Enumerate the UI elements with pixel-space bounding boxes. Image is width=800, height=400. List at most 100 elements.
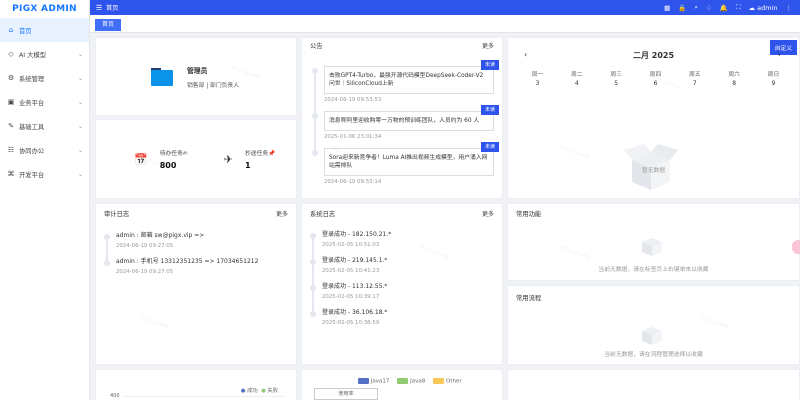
- bell-icon[interactable]: 🔔: [720, 4, 728, 12]
- notice-time: 2024-06-19 09:53:14: [324, 179, 382, 185]
- notice-more-link[interactable]: 更多: [482, 41, 494, 50]
- profile-card: 管理员 销售部 | 部门负责人: [95, 37, 297, 116]
- app-logo[interactable]: PIGX ADMIN: [0, 0, 89, 18]
- sidebar-item-0[interactable]: ⌂ 首页: [0, 18, 89, 42]
- breadcrumb: 首页: [106, 5, 119, 12]
- sidebar-item-5[interactable]: ☷ 协同办公 ⌄: [0, 138, 89, 162]
- sidebar: PIGX ADMIN ⌂ 首页 ◇ AI 大模型 ⌄ ⚙ 系统管理 ⌄ ▣ 业务平台 ⌄ ✎ 基础工具 ⌄…: [0, 0, 90, 400]
- bottom-right-card: [507, 369, 800, 400]
- side-float-handle[interactable]: [792, 240, 800, 254]
- unread-badge: 未读: [480, 60, 499, 70]
- jdk-legend: Java17 Java8 Other: [358, 378, 462, 385]
- notice-title: 公告: [310, 42, 323, 50]
- syslog-time: 2025-02-05 10:51:03: [322, 242, 380, 248]
- sidebar-item-1[interactable]: ◇ AI 大模型 ⌄: [0, 42, 89, 66]
- prev-month-icon[interactable]: ‹: [524, 50, 527, 59]
- login-chart-card: ● 成功 ● 失败 400: [95, 369, 297, 400]
- calendar-day[interactable]: 7: [675, 80, 714, 87]
- sidebar-item-4[interactable]: ✎ 基础工具 ⌄: [0, 114, 89, 138]
- calendar-month: 二月 2025: [632, 51, 675, 60]
- weekday-label: 周六: [728, 72, 740, 78]
- weekday-label: 周日: [767, 72, 780, 78]
- system-icon: ⚙: [7, 74, 15, 82]
- legend-fail: 失败: [267, 388, 278, 394]
- layout-icon[interactable]: ▦: [664, 4, 670, 12]
- sidebar-item-label: 开发平台: [19, 171, 45, 179]
- chevron-down-icon: ⌄: [77, 170, 83, 178]
- syslog-time: 2025-02-05 10:39:17: [322, 294, 380, 300]
- tasks-card: 📅 待办任务✍ 800 ✈ 抄送任务📌 1: [95, 119, 297, 199]
- legend-java17: Java17: [358, 378, 389, 385]
- todo-count: 800: [159, 161, 177, 170]
- notice-item[interactable]: 未读 击败GPT4-Turbo，最强开源代码模型DeepSeek-Coder-V2…: [312, 60, 499, 119]
- chevron-down-icon: ⌄: [77, 50, 83, 58]
- syslog-item[interactable]: 登录成功 - 219.145.1.* 2025-02-05 10:41:23: [310, 257, 494, 290]
- sidebar-item-6[interactable]: ⌘ 开发平台 ⌄: [0, 162, 89, 186]
- calendar-day[interactable]: 5: [597, 80, 636, 87]
- notice-text: 消息称阿里迎收购零一万物的预训练团队，人员约为 60 人: [329, 118, 480, 124]
- legend-java8: Java8: [397, 378, 425, 385]
- calendar-check-icon: 📅: [134, 152, 148, 166]
- home-icon: ⌂: [8, 26, 14, 34]
- sidebar-item-label: 系统管理: [19, 75, 45, 83]
- notice-text: Sora迎来新竞争者！Luma AI推出视频生成模型，用户涌入网站需排队: [329, 155, 488, 169]
- tab-bar: 首页: [90, 15, 800, 33]
- calendar-day[interactable]: 4: [557, 80, 596, 87]
- system-log-card: 系统日志 更多 登录成功 - 182.150.21.* 2025-02-05 10…: [301, 203, 503, 365]
- audit-title: 审计日志: [104, 210, 130, 218]
- unread-badge: 未读: [480, 105, 499, 115]
- user-name: admin: [757, 3, 778, 12]
- sidebar-item-label: 基础工具: [19, 123, 45, 131]
- tab-home[interactable]: 首页: [95, 19, 122, 31]
- ai-icon: ◇: [8, 50, 14, 58]
- sidebar-item-label: 首页: [19, 27, 32, 35]
- next-month-icon[interactable]: ›: [778, 50, 781, 59]
- weekday-label: 周一: [531, 72, 544, 78]
- legend-success: 成功: [247, 388, 258, 394]
- calendar-card: 自定义 二月 2025 ‹ › 周一 周二 周三 周四 周五 周六 周日 3456789 暂…: [507, 37, 800, 199]
- chevron-down-icon: ⌄: [77, 122, 83, 130]
- todo-label: 待办任务✍: [159, 151, 188, 157]
- notice-time: 2024-06-19 09:53:53: [324, 97, 382, 103]
- sidebar-item-3[interactable]: ▣ 业务平台 ⌄: [0, 90, 89, 114]
- calendar-day[interactable]: 3: [518, 80, 557, 87]
- menu-fold-icon[interactable]: ☰: [92, 4, 106, 12]
- calendar-day[interactable]: 9: [754, 80, 793, 87]
- calendar-day[interactable]: 6: [636, 80, 675, 87]
- audit-time: 2024-06-19 09:27:05: [116, 269, 174, 275]
- syslog-time: 2025-02-05 10:38:59: [322, 320, 380, 326]
- search-icon[interactable]: ⌕: [694, 3, 698, 12]
- lock-icon[interactable]: 🔒: [678, 4, 686, 12]
- notice-item[interactable]: 未读 消息称阿里迎收购零一万物的预训练团队，人员约为 60 人 2025-01-0…: [312, 105, 499, 156]
- top-bar: ☰ 首页 ▦ 🔒 ⌕ ♢ 🔔 ⛶ ☁ admin ⋮: [90, 0, 800, 15]
- notice-item[interactable]: 未读 Sora迎来新竞争者！Luma AI推出视频生成模型，用户涌入网站需排队 2…: [312, 142, 499, 185]
- audit-item[interactable]: admin : 手机号 13312351235 => 17034651212 2…: [104, 258, 288, 275]
- notice-list: 未读 击败GPT4-Turbo，最强开源代码模型DeepSeek-Coder-V2…: [302, 52, 502, 185]
- syslog-item[interactable]: 登录成功 - 182.150.21.* 2025-02-05 10:51:03: [310, 231, 494, 264]
- audit-item[interactable]: admin : 邮箱 sw@pigx.vip => 2024-06-19 09:…: [104, 232, 288, 265]
- syslog-more-link[interactable]: 更多: [482, 209, 494, 218]
- weekday-label: 周五: [689, 72, 701, 78]
- syslog-item[interactable]: 登录成功 - 36.106.18.* 2025-02-05 10:38:59: [310, 309, 494, 326]
- flow-empty-text: 当前无数据，请在流程管理选择以收藏: [604, 352, 703, 358]
- skin-icon[interactable]: ♢: [706, 4, 712, 12]
- syslog-item[interactable]: 登录成功 - 113.12.55.* 2025-02-05 10:39:17: [310, 283, 494, 316]
- send-icon: ✈: [223, 152, 233, 166]
- audit-log-card: 审计日志 更多 admin : 邮箱 sw@pigx.vip => 2024-06…: [95, 203, 297, 365]
- y-axis-tick: 400: [110, 393, 120, 399]
- calendar-empty-text: 暂无数据: [641, 168, 666, 174]
- fullscreen-icon[interactable]: ⛶: [736, 3, 741, 12]
- legend-other: Other: [433, 378, 462, 385]
- calendar-weekdays: 周一 周二 周三 周四 周五 周六 周日: [518, 69, 793, 78]
- jdk-chart-card: Java17 Java8 Other 使用率: [301, 369, 503, 400]
- sidebar-item-2[interactable]: ⚙ 系统管理 ⌄: [0, 66, 89, 90]
- todo-task[interactable]: 📅 待办任务✍ 800: [134, 148, 188, 170]
- sidebar-item-label: 业务平台: [19, 99, 45, 107]
- syslog-text: 登录成功 - 182.150.21.*: [322, 231, 392, 238]
- more-icon[interactable]: ⋮: [786, 4, 793, 12]
- audit-more-link[interactable]: 更多: [276, 209, 288, 218]
- audit-text: admin : 邮箱 sw@pigx.vip =>: [116, 232, 205, 239]
- calendar-day[interactable]: 8: [715, 80, 754, 87]
- cc-task[interactable]: ✈ 抄送任务📌 1: [224, 148, 276, 170]
- user-menu[interactable]: ☁ admin: [749, 4, 778, 12]
